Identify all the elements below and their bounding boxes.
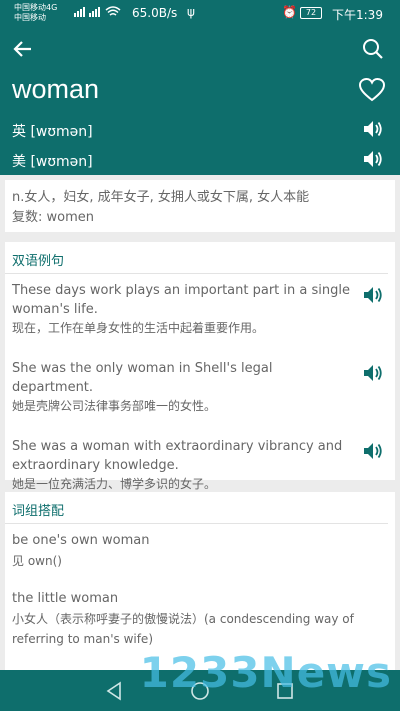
examples-card: 双语例句 These days work plays an important … bbox=[5, 242, 395, 491]
example-en: She was the only woman in Shell's legal … bbox=[12, 361, 273, 395]
phrase-en: be one's own woman bbox=[12, 533, 150, 548]
speaker-icon bbox=[364, 365, 382, 381]
speaker-icon bbox=[364, 121, 382, 137]
play-example-button[interactable] bbox=[361, 285, 385, 305]
arrow-left-icon bbox=[13, 41, 31, 57]
signal-wifi-icons bbox=[72, 4, 126, 21]
definition-card: n.女人，妇女, 成年女子, 女拥人或女下属, 女人本能 复数: women bbox=[5, 180, 395, 232]
play-uk-button[interactable] bbox=[360, 118, 386, 140]
favorite-button[interactable] bbox=[358, 76, 386, 104]
play-example-button[interactable] bbox=[361, 441, 385, 461]
example-item: She was the only woman in Shell's legal … bbox=[5, 359, 395, 416]
carrier-info: 中国移动4G 中国移动 bbox=[14, 3, 57, 23]
phrase-item: the little woman 小女人（表示称呼妻子的傲慢说法）(a cond… bbox=[5, 589, 395, 649]
carrier-line1: 中国移动4G bbox=[14, 3, 58, 12]
example-item: She was a woman with extraordinary vibra… bbox=[5, 437, 395, 494]
search-icon bbox=[363, 39, 383, 59]
phrases-card: 词组搭配 be one's own woman 见 own() the litt… bbox=[5, 492, 395, 670]
phrase-zh: 小女人（表示称呼妻子的傲慢说法）(a condescending way of … bbox=[12, 612, 354, 646]
network-speed: 65.0B/s bbox=[132, 6, 178, 20]
carrier-line2: 中国移动 bbox=[14, 13, 46, 22]
phrase-item: be one's own woman 见 own() bbox=[5, 531, 395, 571]
examples-title: 双语例句 bbox=[5, 242, 388, 274]
example-en: She was a woman with extraordinary vibra… bbox=[12, 439, 343, 473]
battery-indicator: 72 bbox=[300, 7, 322, 19]
phrase-en: the little woman bbox=[12, 591, 119, 606]
phrase-zh: 见 own() bbox=[12, 554, 62, 568]
back-button[interactable] bbox=[10, 36, 36, 62]
status-bar: 中国移动4G 中国移动 65.0B/s ψ ⏰ 72 下午1:39 bbox=[0, 0, 400, 28]
speaker-icon bbox=[364, 151, 382, 167]
heart-icon bbox=[359, 78, 385, 102]
nav-back-button[interactable] bbox=[104, 680, 126, 702]
plural-form: 复数: women bbox=[12, 210, 94, 225]
definition-text: n.女人，妇女, 成年女子, 女拥人或女下属, 女人本能 bbox=[12, 190, 310, 205]
play-us-button[interactable] bbox=[360, 148, 386, 170]
signal-icon bbox=[74, 6, 121, 17]
watermark-logo: 1233News bbox=[139, 648, 392, 697]
example-zh: 现在，工作在单身女性的生活中起着重要作用。 bbox=[12, 321, 265, 335]
example-zh: 她是壳牌公司法律事务部唯一的女性。 bbox=[12, 399, 217, 413]
pronunciation-uk: 英 [wʊmən] bbox=[12, 124, 93, 140]
example-item: These days work plays an important part … bbox=[5, 281, 395, 338]
word-header: woman 英 [wʊmən] 美 [wʊmən] bbox=[0, 28, 400, 175]
triangle-back-icon bbox=[106, 681, 121, 701]
play-example-button[interactable] bbox=[361, 363, 385, 383]
speaker-icon bbox=[364, 443, 382, 459]
usb-icon: ψ bbox=[187, 5, 195, 19]
alarm-icon: ⏰ bbox=[282, 5, 297, 19]
phrases-title: 词组搭配 bbox=[5, 492, 388, 524]
search-button[interactable] bbox=[360, 36, 386, 62]
clock: 下午1:39 bbox=[332, 8, 383, 22]
example-en: These days work plays an important part … bbox=[12, 283, 350, 317]
pronunciation-us: 美 [wʊmən] bbox=[12, 154, 93, 170]
headword: woman bbox=[12, 74, 100, 104]
speaker-icon bbox=[364, 287, 382, 303]
